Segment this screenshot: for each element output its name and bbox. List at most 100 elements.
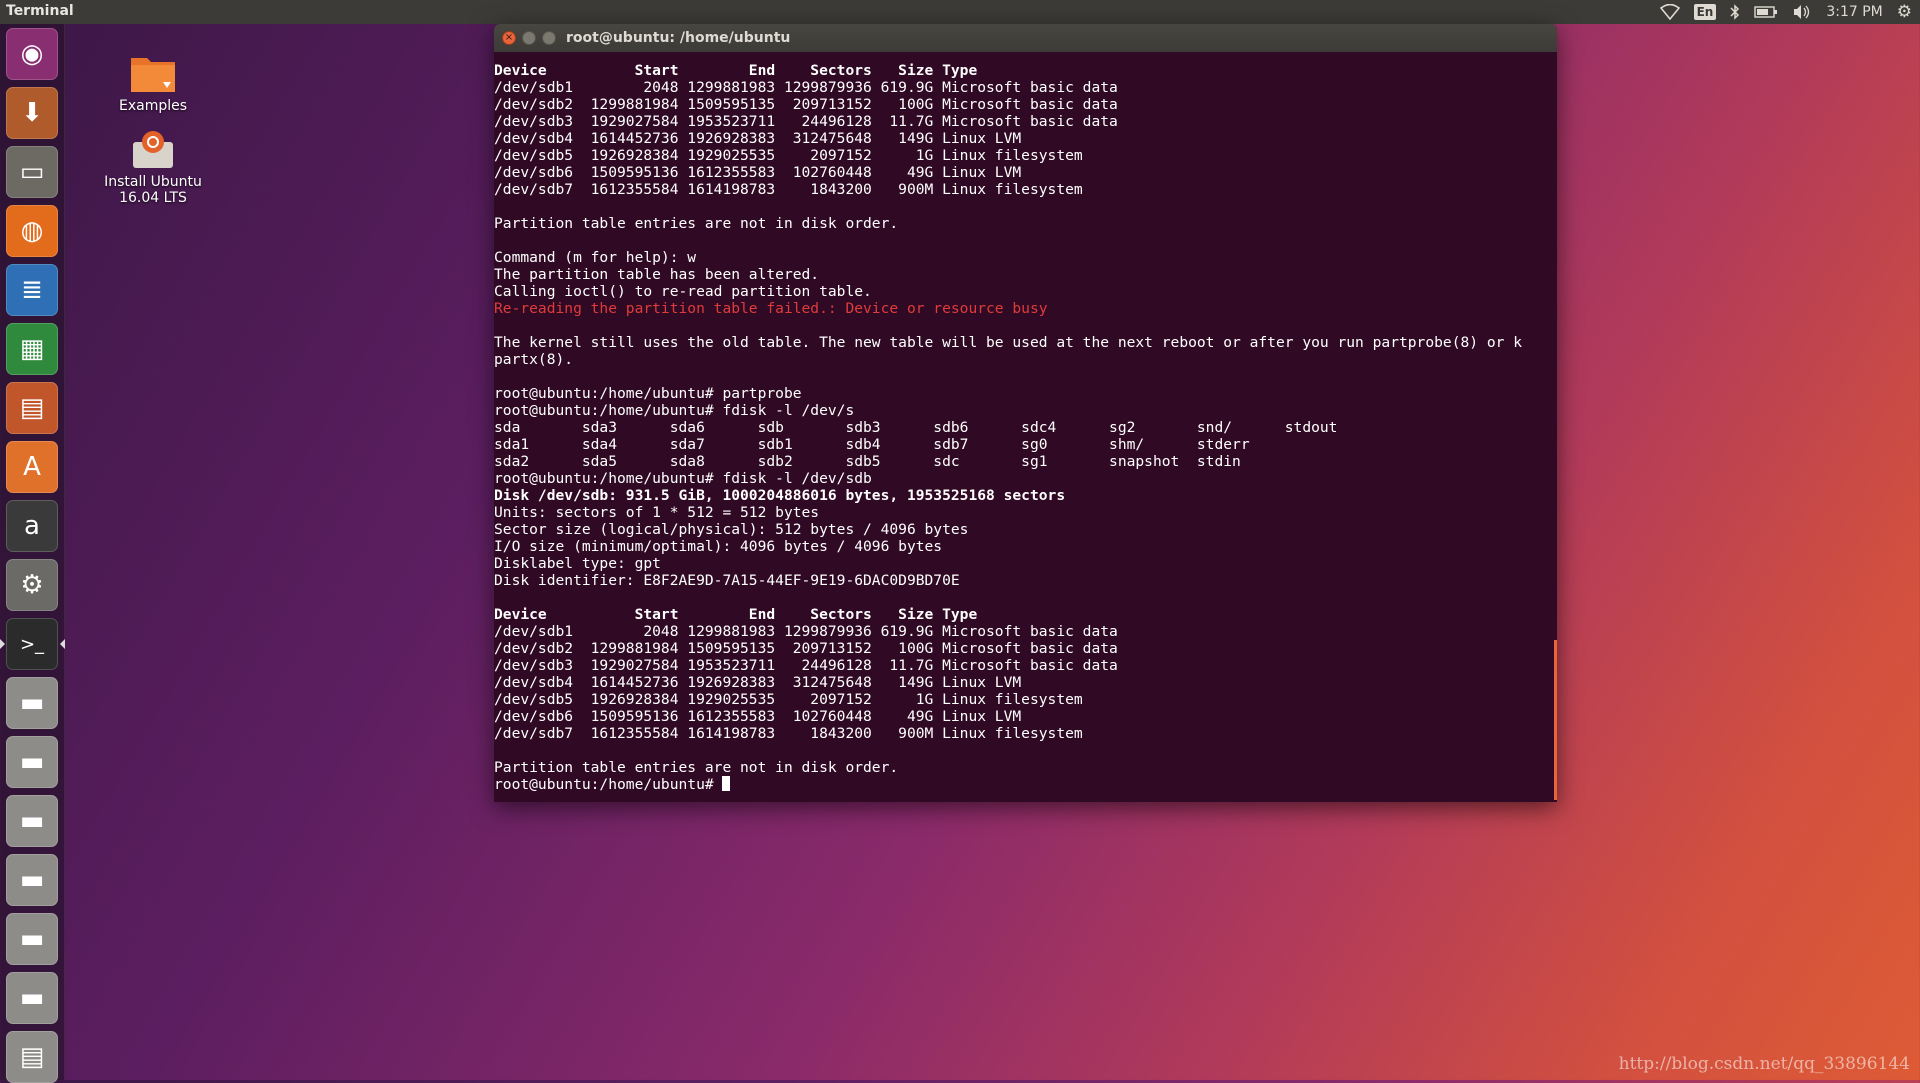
terminal-line: The kernel still uses the old table. The… (494, 334, 1522, 351)
terminal-line: root@ubuntu:/home/ubuntu# fdisk -l /dev/… (494, 402, 855, 419)
libreoffice-calc-icon: ▦ (19, 334, 45, 364)
top-panel: Terminal En 3:17 PM ⚙ (0, 0, 1920, 24)
terminal-line: Sector size (logical/physical): 512 byte… (494, 521, 969, 538)
terminal-window[interactable]: × root@ubuntu: /home/ubuntu Device Start… (494, 24, 1557, 802)
minimize-button[interactable] (522, 31, 536, 45)
close-button[interactable]: × (502, 31, 516, 45)
terminal-line: sda1 sda4 sda7 sdb1 sdb4 sdb7 sg0 shm/ s… (494, 436, 1250, 453)
terminal-line: sda2 sda5 sda8 sdb2 sdb5 sdc sg1 snapsho… (494, 453, 1241, 470)
launcher-item-firefox[interactable]: ◍ (6, 205, 58, 257)
scrollbar[interactable] (1554, 640, 1557, 800)
clock[interactable]: 3:17 PM (1826, 2, 1882, 22)
active-app-title: Terminal (6, 3, 74, 19)
launcher-item-drive-4[interactable]: ▬ (6, 854, 58, 906)
launcher-item-trash[interactable]: ▤ (6, 1031, 58, 1083)
terminal-line: Command (m for help): w (494, 249, 697, 266)
launcher-item-terminal[interactable]: >_ (6, 618, 58, 670)
terminal-line: root@ubuntu:/home/ubuntu# partprobe (494, 385, 802, 402)
battery-icon[interactable] (1754, 2, 1778, 22)
terminal-output[interactable]: Device Start End Sectors Size Type/dev/s… (494, 52, 1557, 802)
terminal-line: /dev/sdb4 1614452736 1926928383 31247564… (494, 674, 1022, 691)
active-indicator-right (60, 639, 65, 649)
terminal-line: Units: sectors of 1 * 512 = 512 bytes (494, 504, 820, 521)
terminal-line: /dev/sdb2 1299881984 1509595135 20971315… (494, 640, 1118, 657)
terminal-icon: >_ (19, 633, 45, 655)
indicator-area: En 3:17 PM ⚙ (1659, 2, 1912, 22)
watermark: http://blog.csdn.net/qq_33896144 (1618, 1054, 1910, 1074)
terminal-line: /dev/sdb5 1926928384 1929025535 2097152 … (494, 147, 1083, 164)
terminal-line: Device Start End Sectors Size Type (494, 606, 978, 623)
folder-icon (129, 52, 177, 94)
drive-icon: ▬ (19, 865, 45, 895)
session-gear-icon[interactable]: ⚙ (1897, 2, 1912, 22)
terminal-line: root@ubuntu:/home/ubuntu# fdisk -l /dev/… (494, 470, 872, 487)
launcher-item-drive-3[interactable]: ▬ (6, 795, 58, 847)
launcher-item-drive-2[interactable]: ▬ (6, 736, 58, 788)
terminal-line: /dev/sdb4 1614452736 1926928383 31247564… (494, 130, 1022, 147)
launcher-item-drive-6[interactable]: ▬ (6, 972, 58, 1024)
terminal-line: I/O size (minimum/optimal): 4096 bytes /… (494, 538, 943, 555)
launcher-item-calc[interactable]: ▦ (6, 323, 58, 375)
launcher-item-system-settings[interactable]: ⚙ (6, 559, 58, 611)
terminal-line: Partition table entries are not in disk … (494, 215, 899, 232)
volume-icon[interactable] (1792, 2, 1812, 22)
terminal-line: partx(8). (494, 351, 574, 368)
drive-icon: ▬ (19, 924, 45, 954)
libreoffice-writer-icon: ≣ (21, 275, 43, 305)
amazon-icon: a (24, 511, 40, 541)
terminal-line: Calling ioctl() to re-read partition tab… (494, 283, 872, 300)
launcher-item-install-ubuntu[interactable]: ⬇ (6, 87, 58, 139)
bluetooth-icon[interactable] (1730, 2, 1740, 22)
terminal-line: sda sda3 sda6 sdb sdb3 sdb6 sdc4 sg2 snd… (494, 419, 1338, 436)
trash-icon: ▤ (19, 1042, 45, 1072)
wifi-icon[interactable] (1659, 2, 1680, 22)
terminal-line: Disk identifier: E8F2AE9D-7A15-44EF-9E19… (494, 572, 960, 589)
keyboard-layout-indicator[interactable]: En (1693, 2, 1717, 22)
desktop-icon-examples[interactable]: Examples (93, 52, 213, 114)
terminal-line: /dev/sdb1 2048 1299881983 1299879936 619… (494, 79, 1118, 96)
drive-icon: ▬ (19, 983, 45, 1013)
terminal-window-title: root@ubuntu: /home/ubuntu (566, 30, 791, 46)
terminal-line: The partition table has been altered. (494, 266, 820, 283)
terminal-line: /dev/sdb2 1299881984 1509595135 20971315… (494, 96, 1118, 113)
launcher-item-software-center[interactable]: A (6, 441, 58, 493)
terminal-line: /dev/sdb7 1612355584 1614198783 1843200 … (494, 725, 1083, 742)
drive-icon: ▬ (19, 806, 45, 836)
terminal-line: Re-reading the partition table failed.: … (494, 300, 1048, 317)
keyboard-layout-label: En (1693, 4, 1717, 20)
launcher-item-impress[interactable]: ▤ (6, 382, 58, 434)
software-center-icon: A (23, 452, 41, 482)
launcher-item-drive-1[interactable]: ▬ (6, 677, 58, 729)
terminal-line: /dev/sdb3 1929027584 1953523711 24496128… (494, 113, 1118, 130)
terminal-line: /dev/sdb5 1926928384 1929025535 2097152 … (494, 691, 1083, 708)
drive-icon: ▬ (19, 747, 45, 777)
maximize-button[interactable] (542, 31, 556, 45)
launcher-item-dash-home[interactable]: ◉ (6, 28, 58, 80)
launcher-item-writer[interactable]: ≣ (6, 264, 58, 316)
desktop-icon-install-ubuntu[interactable]: Install Ubuntu 16.04 LTS (93, 128, 213, 206)
ubuntu-logo-icon: ◉ (20, 39, 44, 69)
close-icon: × (504, 32, 514, 43)
launcher-item-files[interactable]: ▭ (6, 146, 58, 198)
desktop-icon-install-label-line2: 16.04 LTS (119, 190, 187, 206)
firefox-icon: ◍ (20, 216, 44, 246)
settings-icon: ⚙ (20, 570, 44, 600)
terminal-line: /dev/sdb7 1612355584 1614198783 1843200 … (494, 181, 1083, 198)
terminal-line: Partition table entries are not in disk … (494, 759, 899, 776)
launcher: ◉ ⬇ ▭ ◍ ≣ ▦ ▤ Aa ⚙ >_ ▬ ▬ ▬ ▬ ▬ ▬ ▤ (0, 24, 65, 1083)
desktop-icon-examples-label: Examples (118, 98, 188, 114)
file-manager-icon: ▭ (19, 157, 45, 187)
launcher-item-drive-5[interactable]: ▬ (6, 913, 58, 965)
launcher-item-amazon[interactable]: a (6, 500, 58, 552)
terminal-line: /dev/sdb1 2048 1299881983 1299879936 619… (494, 623, 1118, 640)
terminal-prompt-line[interactable]: root@ubuntu:/home/ubuntu# (494, 776, 1557, 793)
terminal-line: Disklabel type: gpt (494, 555, 661, 572)
terminal-titlebar[interactable]: × root@ubuntu: /home/ubuntu (494, 24, 1557, 52)
active-indicator-left (0, 639, 5, 649)
